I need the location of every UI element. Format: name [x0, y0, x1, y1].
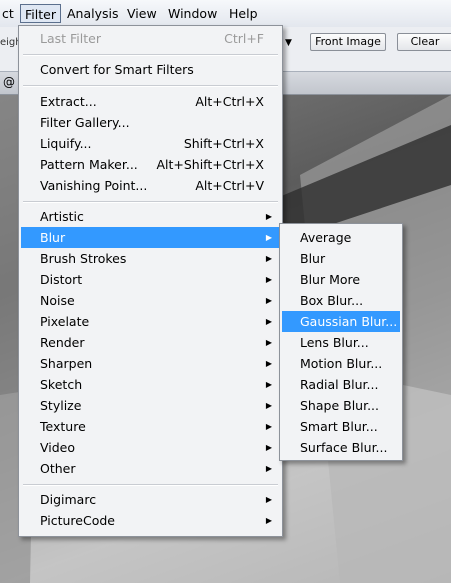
menu-item-filter-gallery[interactable]: Filter Gallery... — [21, 112, 280, 133]
menu-item-blur[interactable]: Blur ▶ — [21, 227, 280, 248]
menu-separator — [23, 201, 278, 203]
menu-analysis[interactable]: Analysis — [63, 4, 123, 23]
menu-item-pattern-maker[interactable]: Pattern Maker... Alt+Shift+Ctrl+X — [21, 154, 280, 175]
submenu-item-average[interactable]: Average — [282, 227, 400, 248]
menu-view[interactable]: View — [123, 4, 161, 23]
menu-item-other[interactable]: Other ▶ — [21, 458, 280, 479]
submenu-arrow-icon: ▶ — [265, 401, 272, 410]
submenu-arrow-icon: ▶ — [265, 317, 272, 326]
submenu-item-blur-more[interactable]: Blur More — [282, 269, 400, 290]
submenu-arrow-icon: ▶ — [265, 254, 272, 263]
menu-item-sharpen[interactable]: Sharpen ▶ — [21, 353, 280, 374]
front-image-button[interactable]: Front Image — [310, 33, 386, 51]
document-tab-label: @ — [3, 75, 15, 89]
menu-bar: ct Filter Analysis View Window Help — [0, 0, 451, 28]
menu-select[interactable]: ct — [0, 4, 18, 23]
menu-filter[interactable]: Filter — [20, 4, 61, 23]
menu-item-extract[interactable]: Extract... Alt+Ctrl+X — [21, 91, 280, 112]
dropdown-arrow-icon[interactable]: ▼ — [285, 38, 292, 48]
menu-separator — [23, 484, 278, 486]
submenu-arrow-icon: ▶ — [265, 359, 272, 368]
menu-item-noise[interactable]: Noise ▶ — [21, 290, 280, 311]
menu-item-distort[interactable]: Distort ▶ — [21, 269, 280, 290]
submenu-arrow-icon: ▶ — [265, 380, 272, 389]
menu-item-brush-strokes[interactable]: Brush Strokes ▶ — [21, 248, 280, 269]
submenu-item-motion-blur[interactable]: Motion Blur... — [282, 353, 400, 374]
filter-menu: Last Filter Ctrl+F Convert for Smart Fil… — [18, 25, 283, 537]
submenu-arrow-icon: ▶ — [265, 516, 272, 525]
submenu-arrow-icon: ▶ — [265, 422, 272, 431]
submenu-arrow-icon: ▶ — [265, 296, 272, 305]
menu-item-convert-smart-filters[interactable]: Convert for Smart Filters — [21, 59, 280, 80]
menu-item-pixelate[interactable]: Pixelate ▶ — [21, 311, 280, 332]
menu-item-digimarc[interactable]: Digimarc ▶ — [21, 489, 280, 510]
submenu-arrow-icon: ▶ — [265, 443, 272, 452]
submenu-arrow-icon: ▶ — [265, 212, 272, 221]
submenu-item-shape-blur[interactable]: Shape Blur... — [282, 395, 400, 416]
submenu-arrow-icon: ▶ — [265, 233, 272, 242]
submenu-item-surface-blur[interactable]: Surface Blur... — [282, 437, 400, 458]
submenu-arrow-icon: ▶ — [265, 495, 272, 504]
menu-separator — [23, 85, 278, 87]
submenu-item-smart-blur[interactable]: Smart Blur... — [282, 416, 400, 437]
submenu-item-blur[interactable]: Blur — [282, 248, 400, 269]
submenu-item-lens-blur[interactable]: Lens Blur... — [282, 332, 400, 353]
submenu-item-radial-blur[interactable]: Radial Blur... — [282, 374, 400, 395]
menu-item-render[interactable]: Render ▶ — [21, 332, 280, 353]
submenu-arrow-icon: ▶ — [265, 338, 272, 347]
menu-item-liquify[interactable]: Liquify... Shift+Ctrl+X — [21, 133, 280, 154]
clear-button[interactable]: Clear — [397, 33, 451, 51]
menu-item-artistic[interactable]: Artistic ▶ — [21, 206, 280, 227]
menu-help[interactable]: Help — [225, 4, 262, 23]
submenu-item-gaussian-blur[interactable]: Gaussian Blur... — [282, 311, 400, 332]
submenu-item-box-blur[interactable]: Box Blur... — [282, 290, 400, 311]
menu-item-texture[interactable]: Texture ▶ — [21, 416, 280, 437]
menu-item-picturecode[interactable]: PictureCode ▶ — [21, 510, 280, 531]
submenu-arrow-icon: ▶ — [265, 275, 272, 284]
menu-separator — [23, 54, 278, 56]
menu-window[interactable]: Window — [164, 4, 221, 23]
menu-item-last-filter: Last Filter Ctrl+F — [40, 31, 264, 46]
submenu-arrow-icon: ▶ — [265, 464, 272, 473]
menu-item-vanishing-point[interactable]: Vanishing Point... Alt+Ctrl+V — [21, 175, 280, 196]
menu-item-stylize[interactable]: Stylize ▶ — [21, 395, 280, 416]
menu-item-sketch[interactable]: Sketch ▶ — [21, 374, 280, 395]
blur-submenu: Average Blur Blur More Box Blur... Gauss… — [279, 223, 403, 461]
menu-item-video[interactable]: Video ▶ — [21, 437, 280, 458]
